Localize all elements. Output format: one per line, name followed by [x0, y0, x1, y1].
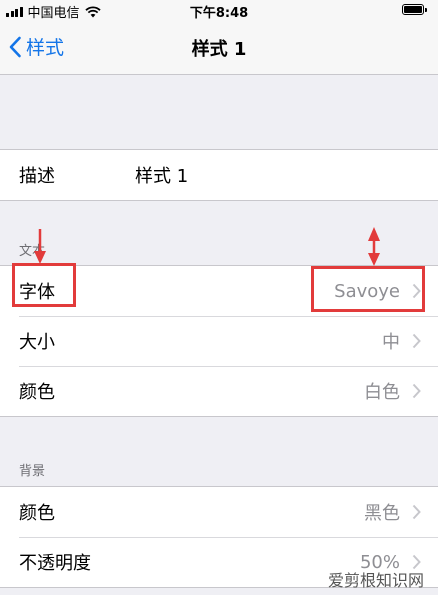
- background-color-value: 黑色: [364, 503, 400, 524]
- size-label: 大小: [19, 332, 55, 353]
- battery-icon: [402, 4, 427, 15]
- chevron-right-icon: [412, 504, 421, 520]
- page-title: 样式 1: [191, 39, 247, 60]
- status-bar: 中国电信 下午8:48: [0, 0, 438, 21]
- status-time: 下午8:48: [189, 6, 249, 21]
- chevron-right-icon: [412, 333, 421, 349]
- watermark: 爱剪根知识网: [328, 567, 424, 591]
- annotation-box-font-label: [12, 263, 76, 307]
- section-header-background: 背景: [19, 464, 46, 479]
- description-group: 描述 样式 1: [0, 149, 438, 201]
- annotation-box-font-value: [311, 266, 425, 312]
- description-value[interactable]: 样式 1: [135, 162, 188, 188]
- annotation-arrow-left: [34, 229, 46, 264]
- background-color-label: 颜色: [19, 503, 55, 524]
- row-size[interactable]: 大小 中: [0, 316, 438, 366]
- text-color-value: 白色: [364, 382, 400, 403]
- row-text-color[interactable]: 颜色 白色: [0, 366, 438, 416]
- size-value: 中: [382, 332, 400, 353]
- text-color-label: 颜色: [19, 382, 55, 403]
- opacity-label: 不透明度: [19, 553, 91, 574]
- chevron-right-icon: [412, 383, 421, 399]
- row-background-color[interactable]: 颜色 黑色: [0, 487, 438, 537]
- annotation-arrow-right: [368, 227, 380, 266]
- description-row[interactable]: 描述 样式 1: [0, 150, 438, 200]
- description-label: 描述: [19, 166, 55, 187]
- watermark-text: 爱剪根知识网: [327, 571, 424, 590]
- navigation-bar: 样式 样式 1: [0, 20, 438, 75]
